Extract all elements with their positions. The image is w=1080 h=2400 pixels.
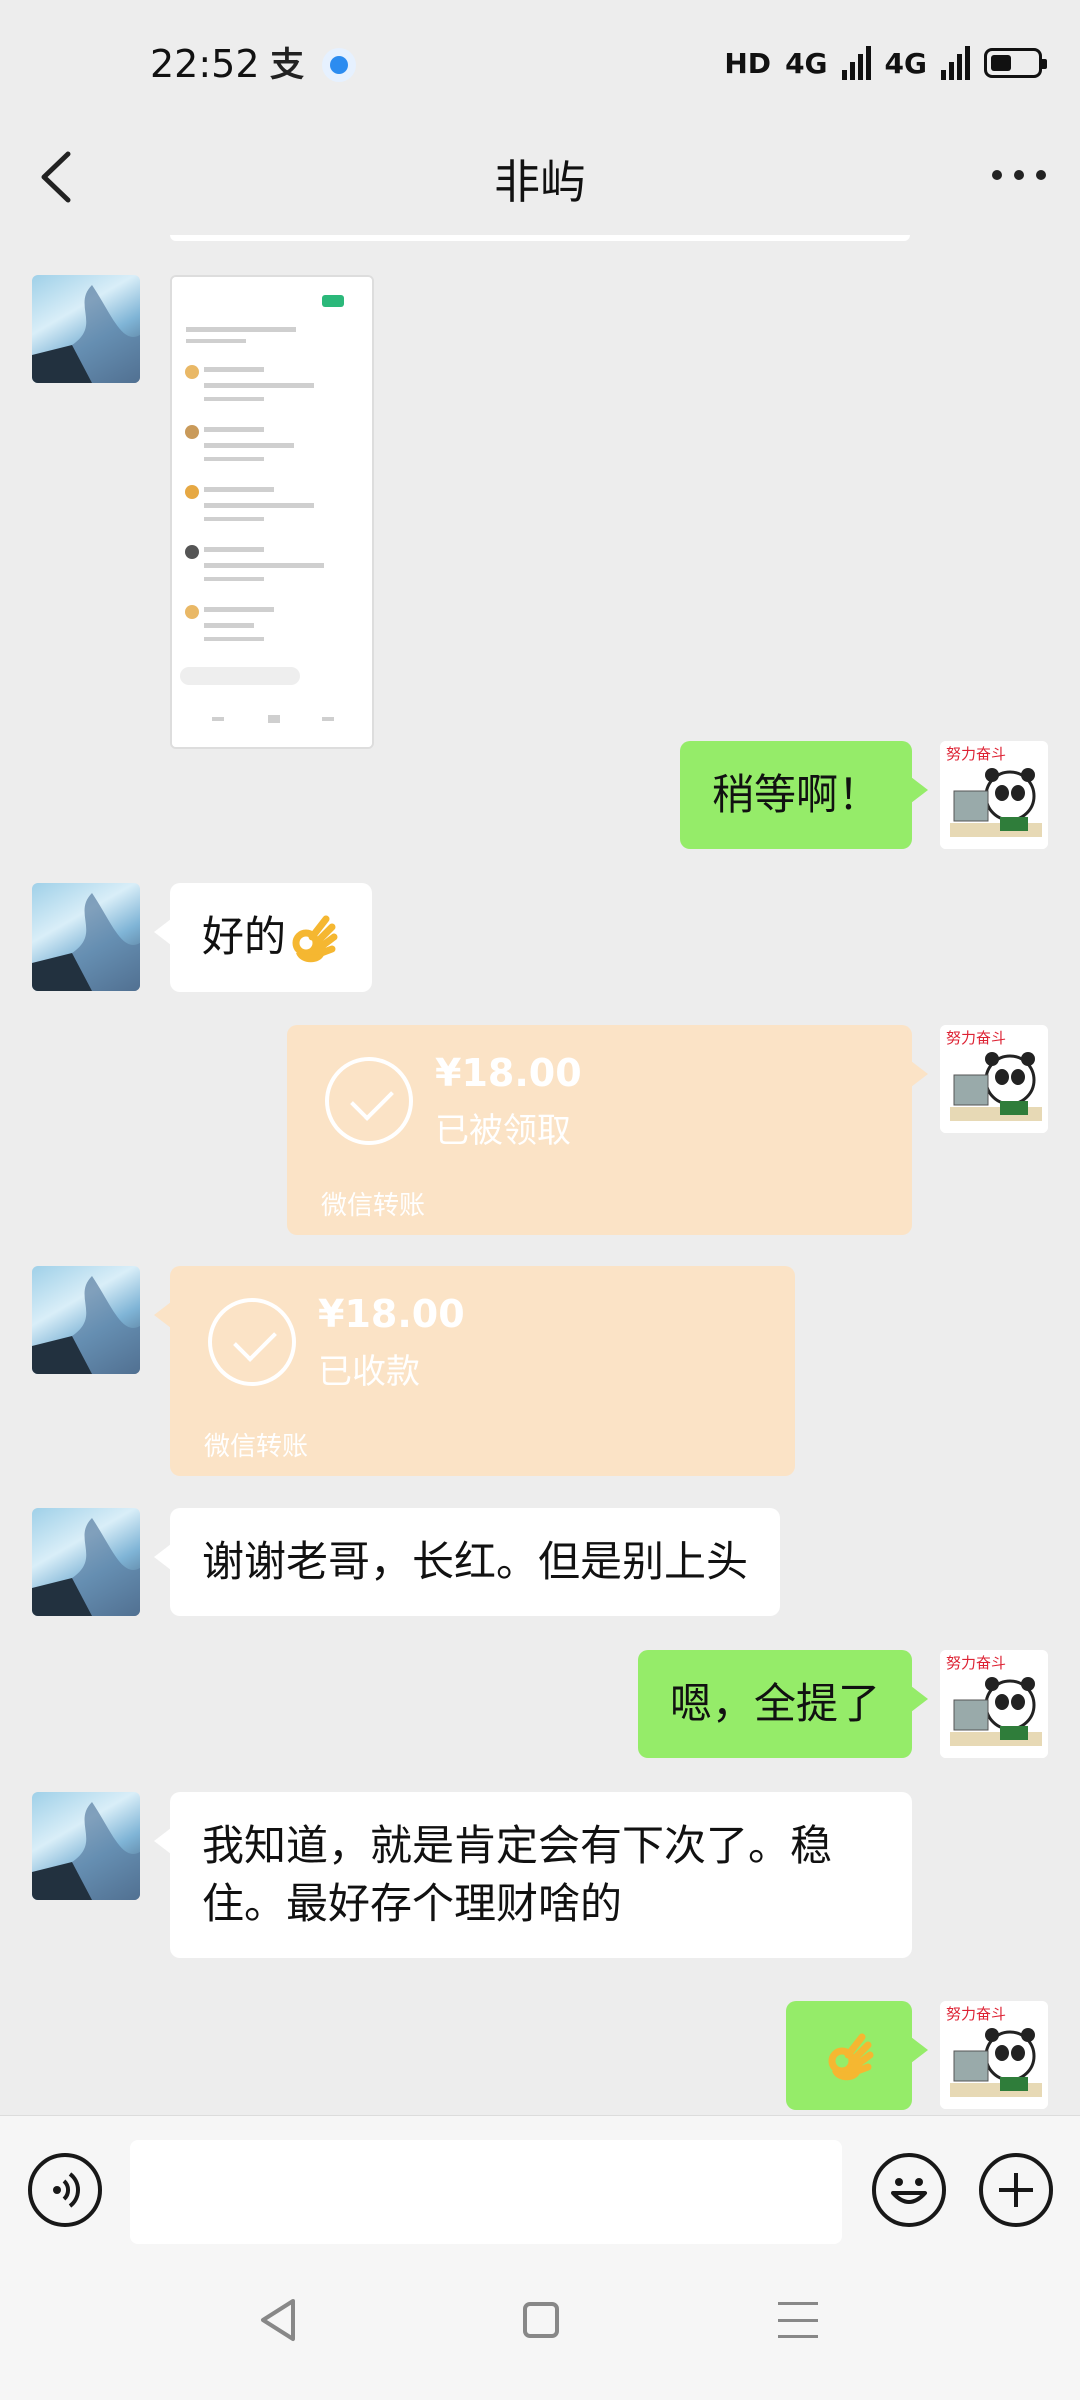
check-circle-icon [325,1057,413,1145]
my-avatar[interactable]: 努力奋斗 [940,1650,1048,1758]
message-text: 好的 [202,912,287,961]
friend-avatar[interactable] [32,1266,140,1374]
input-bar [0,2115,1080,2255]
status-time: 22:52 [150,42,260,86]
system-home-icon[interactable] [523,2302,559,2338]
my-avatar[interactable]: 努力奋斗 [940,1025,1048,1133]
svg-text:努力奋斗: 努力奋斗 [946,1029,1006,1047]
image-message[interactable] [170,275,374,749]
ok-hand-emoji [822,2031,876,2085]
svg-text:努力奋斗: 努力奋斗 [946,745,1006,763]
message-text: 嗯，全提了 [669,1679,880,1728]
alipay-icon: 支 [270,45,304,85]
friend-avatar[interactable] [32,1792,140,1900]
message-bubble-sent[interactable]: 嗯，全提了 [637,1650,929,1758]
svg-text:努力奋斗: 努力奋斗 [946,1654,1006,1672]
message-bubble-sent[interactable]: 稍等啊！ [679,741,929,849]
signal-icon [841,46,871,80]
chat-title: 非屿 [494,155,586,209]
transfer-amount: ¥18.00 [435,1051,582,1095]
friend-avatar[interactable] [32,275,140,383]
transfer-status: 已收款 [318,1352,420,1392]
status-notification-icons: 支 [270,48,356,82]
status-right-indicators: HD 4G 4G [724,46,1047,80]
chat-message-list[interactable]: 努力奋斗 稍等啊！ 好的 努力奋斗 ¥18.00 已被领取 微信转账 ¥18.0… [0,235,1080,2115]
message-bubble-received[interactable]: 我知道，就是肯定会有下次了。稳住。最好存个理财啥的 [154,1792,912,1958]
message-bubble-received[interactable]: 谢谢老哥，长红。但是别上头 [153,1508,781,1616]
my-avatar[interactable]: 努力奋斗 [940,2001,1048,2109]
friend-avatar[interactable] [32,883,140,991]
transfer-label: 微信转账 [204,1432,309,1462]
hd-label: HD [724,46,772,80]
ok-hand-emoji [286,913,340,967]
plus-icon[interactable] [979,2153,1053,2227]
status-bar: 22:52 支 HD 4G 4G [0,0,1080,120]
system-recents-icon[interactable] [778,2302,818,2338]
system-back-icon[interactable] [255,2295,305,2345]
transfer-label: 微信转账 [321,1191,426,1221]
message-bubble-received[interactable]: 好的 [153,883,373,992]
circle-app-icon [322,48,356,82]
emoji-icon[interactable] [872,2153,946,2227]
network-label-1: 4G [785,46,828,80]
battery-icon [984,48,1047,78]
message-input[interactable] [130,2140,842,2244]
more-icon[interactable] [986,150,1052,200]
message-bubble-sent[interactable] [786,2001,928,2110]
message-text: 谢谢老哥，长红。但是别上头 [202,1537,749,1586]
my-avatar[interactable]: 努力奋斗 [940,741,1048,849]
signal-icon [941,46,970,80]
transfer-status: 已被领取 [435,1111,571,1151]
check-circle-icon [208,1298,296,1386]
transfer-amount: ¥18.00 [318,1292,465,1336]
friend-avatar[interactable] [32,1508,140,1616]
transfer-card-received[interactable]: ¥18.00 已收款 微信转账 [154,1266,795,1476]
voice-icon[interactable] [28,2153,102,2227]
previous-message-edge [170,235,910,241]
network-label-2: 4G [884,46,927,80]
nav-bar: 非屿 [0,120,1080,235]
chat-screen: 22:52 支 HD 4G 4G 非屿 努力奋斗 稍等啊！ 好的 努力奋斗 ¥1… [0,0,1080,2400]
message-text: 我知道，就是肯定会有下次了。稳住。最好存个理财啥的 [202,1821,833,1928]
system-nav-bar [0,2255,1080,2400]
svg-text:努力奋斗: 努力奋斗 [946,2005,1006,2023]
transfer-card-sent[interactable]: ¥18.00 已被领取 微信转账 [287,1025,928,1235]
message-text: 稍等啊！ [711,770,880,819]
